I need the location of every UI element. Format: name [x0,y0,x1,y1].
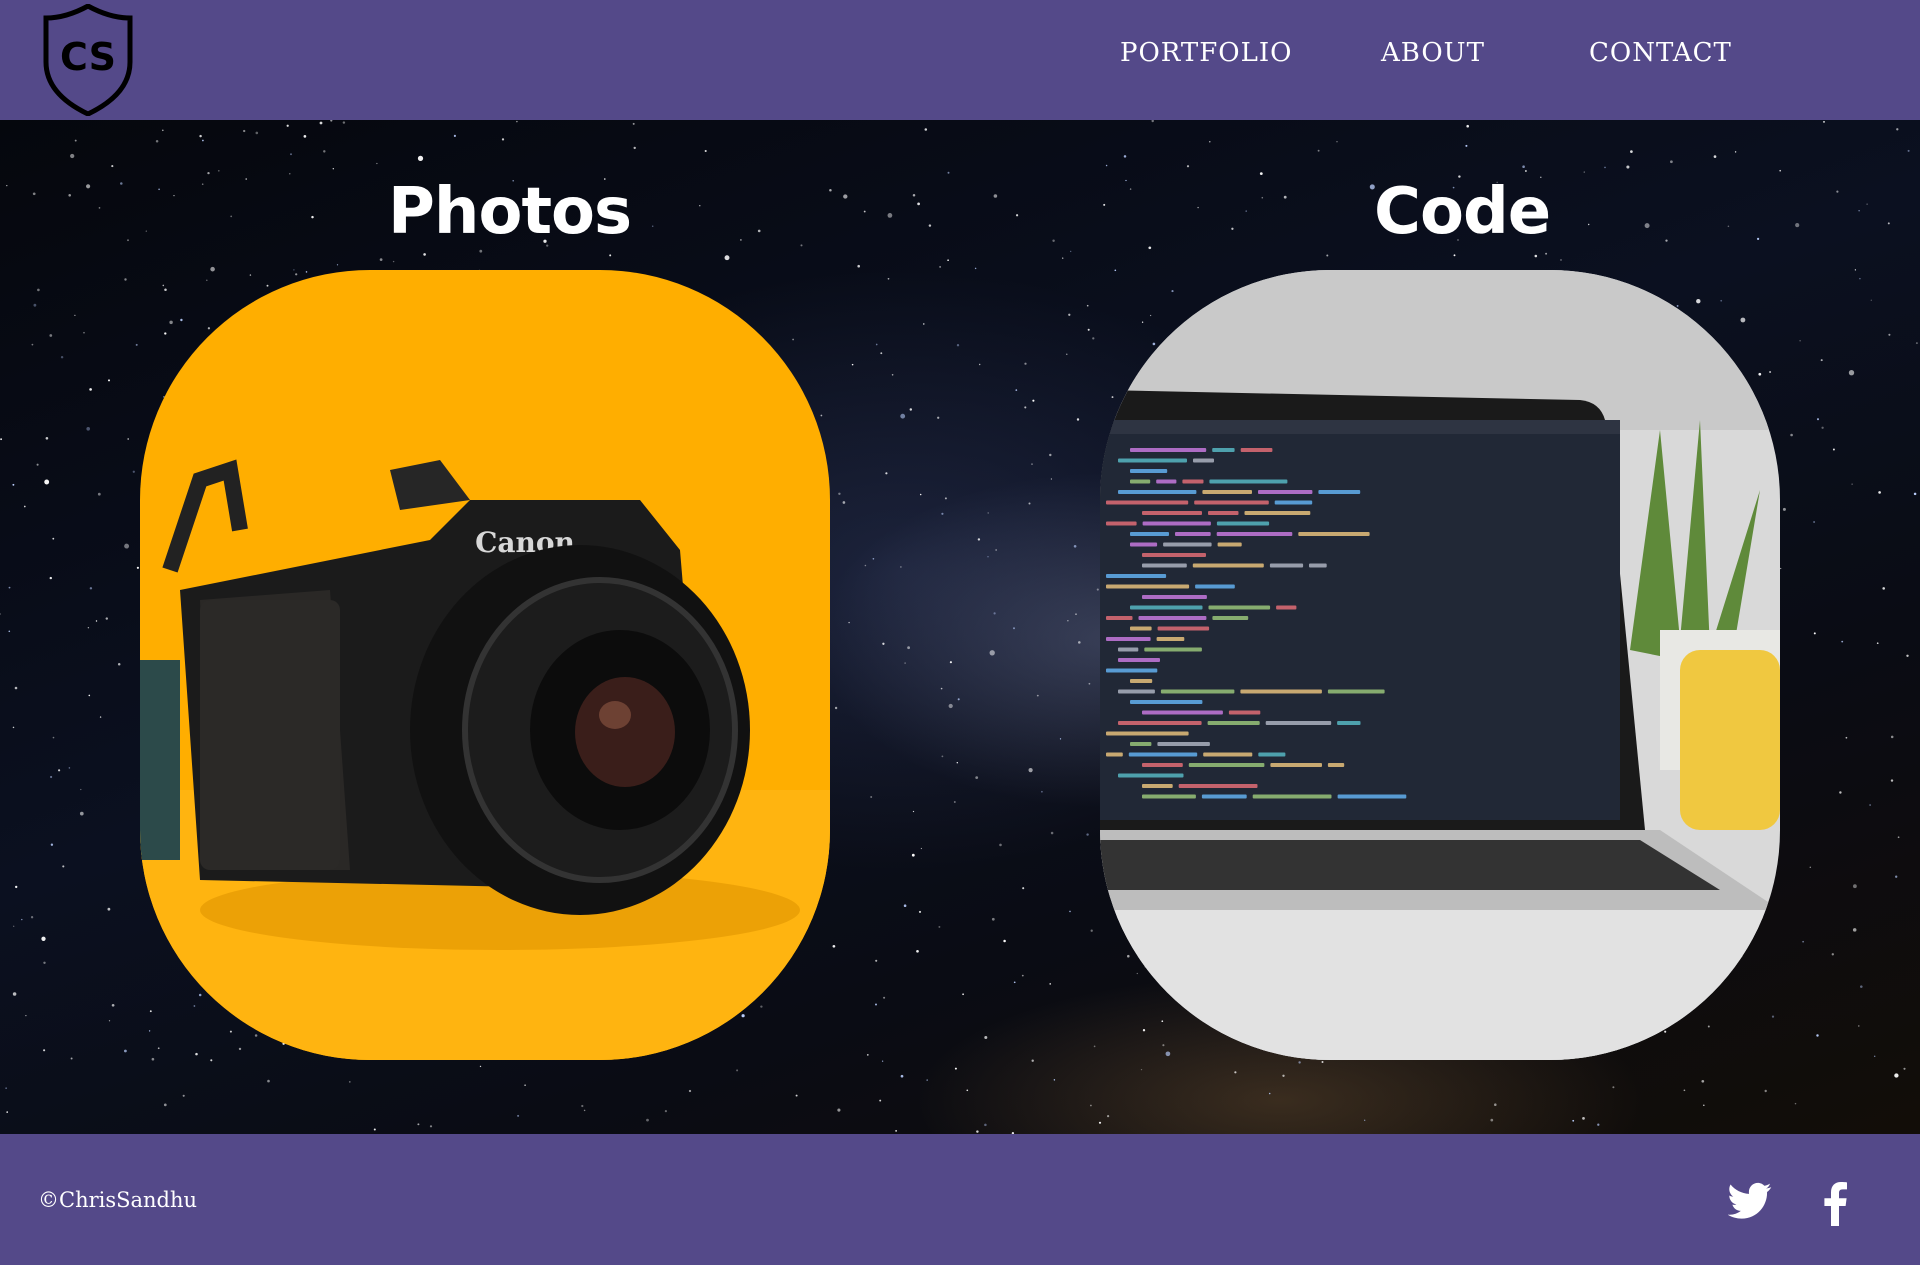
nav-contact[interactable]: CONTACT [1589,38,1732,68]
main-nav: PORTFOLIO ABOUT CONTACT [0,38,1920,78]
copyright: ©ChrisSandhu [38,1188,198,1212]
code-title: Code [1374,175,1551,249]
footer: ©ChrisSandhu [0,1134,1920,1265]
nav-about[interactable]: ABOUT [1381,38,1485,68]
nav-portfolio[interactable]: PORTFOLIO [1120,38,1292,68]
photos-card[interactable]: Canon [140,270,830,1060]
laptop-code-photo [1100,270,1780,1060]
photos-title: Photos [388,175,632,249]
header: CS PORTFOLIO ABOUT CONTACT [0,0,1920,120]
facebook-icon[interactable] [1822,1182,1848,1226]
portfolio-main: Photos Code Canon [0,120,1920,1134]
camera-photo: Canon [140,270,830,1060]
twitter-icon[interactable] [1728,1182,1772,1220]
code-card[interactable] [1100,270,1780,1060]
